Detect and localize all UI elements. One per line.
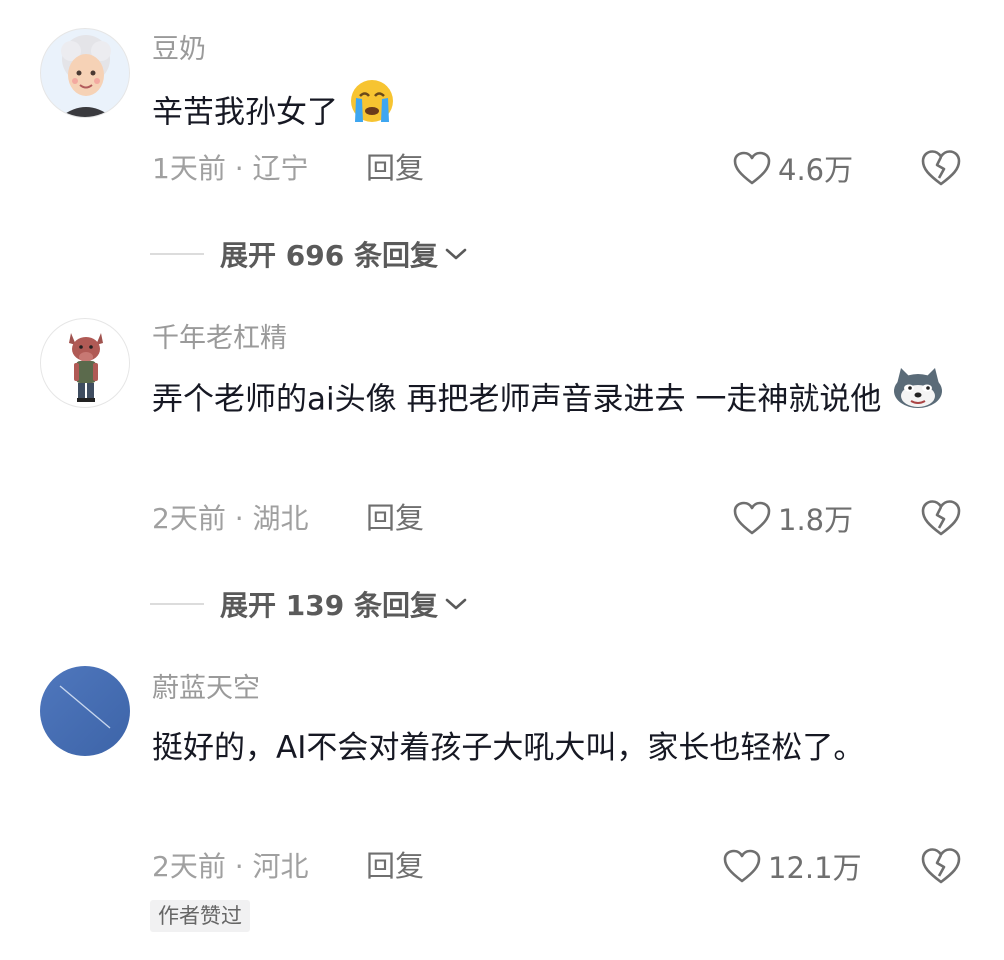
heart-outline-icon — [723, 849, 761, 883]
expand-replies[interactable]: 展开 139 条回复 — [150, 586, 470, 622]
avatar[interactable] — [40, 28, 130, 118]
comment-location: 河北 — [252, 850, 309, 883]
chevron-down-icon — [445, 248, 467, 260]
username[interactable]: 蔚蓝天空 — [152, 672, 260, 706]
like-button[interactable]: 4.6万 — [732, 150, 854, 187]
like-button[interactable]: 12.1万 — [722, 848, 862, 885]
comment-meta: 2天前 · 湖北 — [152, 502, 309, 536]
dislike-button[interactable] — [920, 846, 962, 886]
reply-button[interactable]: 回复 — [366, 849, 424, 883]
heart-outline-icon — [733, 501, 771, 535]
username[interactable]: 千年老杠精 — [152, 322, 287, 356]
username[interactable]: 豆奶 — [152, 33, 206, 67]
divider-line — [150, 603, 204, 605]
comment-time: 1天前 — [152, 152, 226, 185]
comment-text-body: 弄个老师的ai头像 再把老师声音录进去 一走神就说他 — [152, 381, 882, 418]
divider-line — [150, 253, 204, 255]
broken-heart-icon — [921, 848, 961, 884]
comment-location: 湖北 — [252, 502, 309, 535]
comment-meta: 2天前 · 河北 — [152, 850, 309, 884]
like-count: 1.8万 — [778, 503, 854, 537]
broken-heart-icon — [921, 500, 961, 536]
doge-emoji — [891, 366, 945, 428]
like-count: 12.1万 — [768, 851, 862, 885]
broken-heart-icon — [921, 150, 961, 186]
crying-face-emoji — [348, 78, 396, 142]
like-count: 4.6万 — [778, 153, 854, 187]
like-button[interactable]: 1.8万 — [732, 500, 854, 537]
comment-time: 2天前 — [152, 850, 226, 883]
expand-replies-label: 展开 139 条回复 — [220, 589, 438, 622]
meta-separator: · — [225, 850, 253, 883]
dislike-button[interactable] — [920, 148, 962, 188]
expand-replies-label: 展开 696 条回复 — [220, 239, 438, 272]
comment-time: 2天前 — [152, 502, 226, 535]
comment-text-body: 挺好的，AI不会对着孩子大吼大叫，家长也轻松了。 — [152, 730, 865, 766]
reply-button[interactable]: 回复 — [366, 151, 424, 185]
comment-meta: 1天前 · 辽宁 — [152, 152, 309, 186]
dislike-button[interactable] — [920, 498, 962, 538]
comment-text: 弄个老师的ai头像 再把老师声音录进去 一走神就说他 — [152, 368, 972, 432]
avatar[interactable] — [40, 666, 130, 756]
reply-button[interactable]: 回复 — [366, 501, 424, 535]
meta-separator: · — [225, 502, 253, 535]
avatar[interactable] — [40, 318, 130, 408]
author-liked-badge: 作者赞过 — [150, 900, 250, 932]
expand-replies[interactable]: 展开 696 条回复 — [150, 236, 470, 272]
comment-text: 挺好的，AI不会对着孩子大吼大叫，家长也轻松了。 — [152, 720, 922, 776]
chevron-down-icon — [445, 598, 467, 610]
comment-text-body: 辛苦我孙女了 — [152, 94, 338, 131]
meta-separator: · — [225, 152, 253, 185]
heart-outline-icon — [733, 151, 771, 185]
comment-location: 辽宁 — [252, 152, 309, 185]
comment-text: 辛苦我孙女了 — [152, 80, 972, 146]
